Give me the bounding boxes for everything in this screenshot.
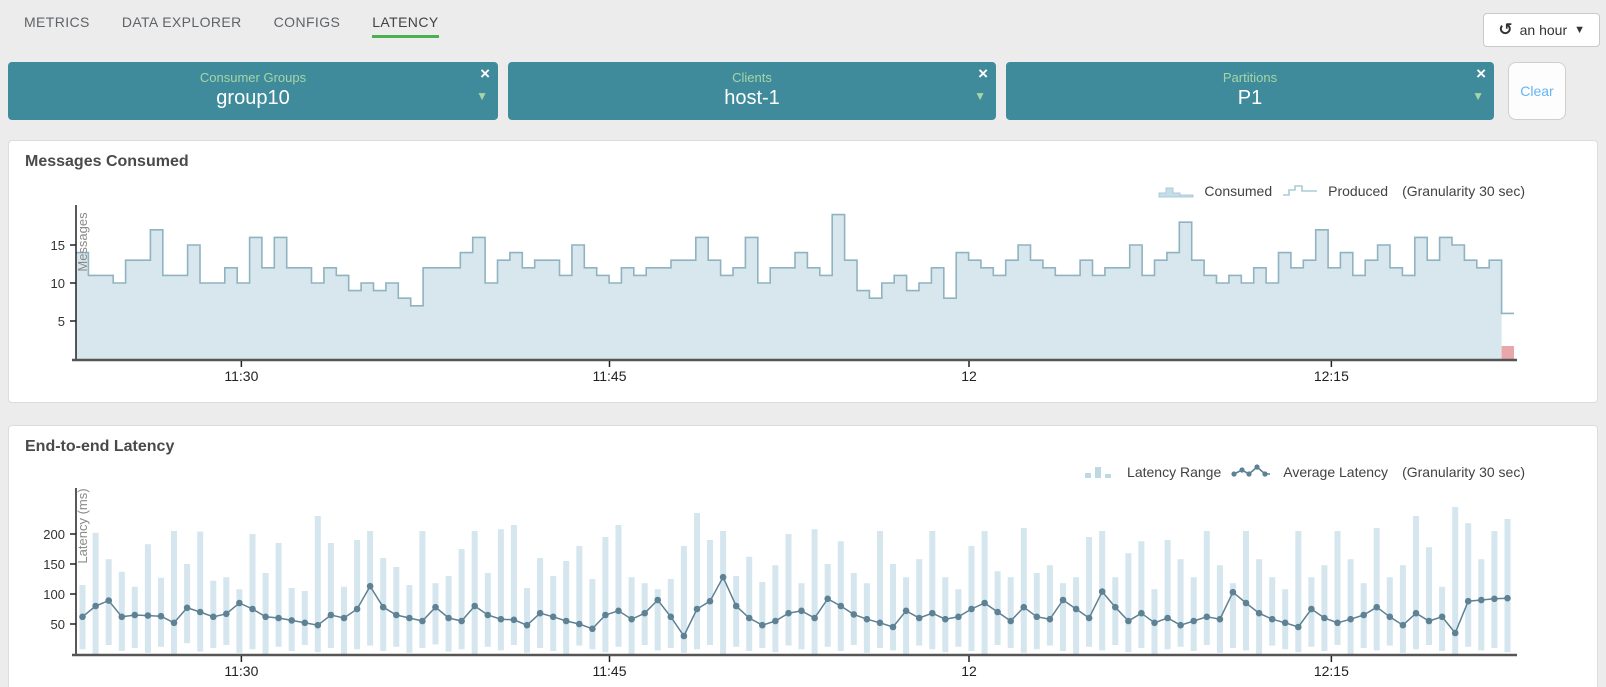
svg-text:100: 100 xyxy=(43,587,65,602)
latency-page: METRICS DATA EXPLORER CONFIGS LATENCY ↺ … xyxy=(0,0,1606,687)
top-nav-tabs: METRICS DATA EXPLORER CONFIGS LATENCY xyxy=(24,14,439,38)
tab-configs[interactable]: CONFIGS xyxy=(274,14,341,38)
svg-text:5: 5 xyxy=(58,314,65,329)
svg-text:Latency (ms): Latency (ms) xyxy=(75,488,90,563)
clients-dropdown[interactable]: Clients host-1 × ▼ xyxy=(508,62,996,120)
chevron-down-icon: ▼ xyxy=(1574,24,1585,36)
svg-text:Messages: Messages xyxy=(75,212,90,272)
svg-text:10: 10 xyxy=(51,276,65,291)
svg-text:50: 50 xyxy=(51,617,65,632)
filter-bar: Consumer Groups group10 × ▼ Clients host… xyxy=(8,62,1598,120)
partitions-value: P1 xyxy=(1237,87,1263,109)
svg-text:11:45: 11:45 xyxy=(592,663,626,679)
close-icon[interactable]: × xyxy=(480,65,490,82)
tab-data-explorer[interactable]: DATA EXPLORER xyxy=(122,14,242,38)
svg-text:11:30: 11:30 xyxy=(224,368,258,384)
svg-text:12: 12 xyxy=(961,368,977,384)
clients-label: Clients xyxy=(732,70,772,85)
time-range-selector[interactable]: ↺ an hour ▼ xyxy=(1483,13,1600,47)
close-icon[interactable]: × xyxy=(978,65,988,82)
clear-filters-button[interactable]: Clear xyxy=(1508,62,1566,120)
chevron-down-icon: ▼ xyxy=(476,89,488,103)
refresh-icon: ↺ xyxy=(1498,19,1513,39)
chevron-down-icon: ▼ xyxy=(974,89,986,103)
close-icon[interactable]: × xyxy=(1476,65,1486,82)
consumer-groups-value: group10 xyxy=(216,87,290,109)
time-range-label: an hour xyxy=(1519,22,1568,38)
consumer-groups-label: Consumer Groups xyxy=(199,70,307,85)
svg-text:150: 150 xyxy=(43,557,65,572)
svg-text:12: 12 xyxy=(961,663,977,679)
svg-text:200: 200 xyxy=(43,527,65,542)
chevron-down-icon: ▼ xyxy=(1472,89,1484,103)
svg-text:15: 15 xyxy=(51,238,65,253)
partitions-label: Partitions xyxy=(1222,70,1278,85)
svg-text:12:15: 12:15 xyxy=(1314,663,1349,679)
partitions-dropdown[interactable]: Partitions P1 × ▼ xyxy=(1006,62,1494,120)
svg-text:12:15: 12:15 xyxy=(1314,368,1349,384)
consumer-groups-dropdown[interactable]: Consumer Groups group10 × ▼ xyxy=(8,62,498,120)
tab-metrics[interactable]: METRICS xyxy=(24,14,90,38)
end-to-end-latency-chart: 50 100 150 200 11:30 11:45 12 12:15 Latency (ms) xyxy=(9,426,1599,687)
svg-text:11:30: 11:30 xyxy=(224,663,258,679)
svg-text:11:45: 11:45 xyxy=(592,368,626,384)
messages-consumed-panel: Messages Consumed Consumed Produced (Gra… xyxy=(8,140,1598,403)
tab-latency[interactable]: LATENCY xyxy=(372,14,439,38)
end-to-end-latency-panel: End-to-end Latency Latency Range Average… xyxy=(8,425,1598,687)
clients-value: host-1 xyxy=(724,87,780,109)
messages-consumed-chart: 5 10 15 11:30 11:45 12 12:15 Messages xyxy=(9,141,1599,409)
